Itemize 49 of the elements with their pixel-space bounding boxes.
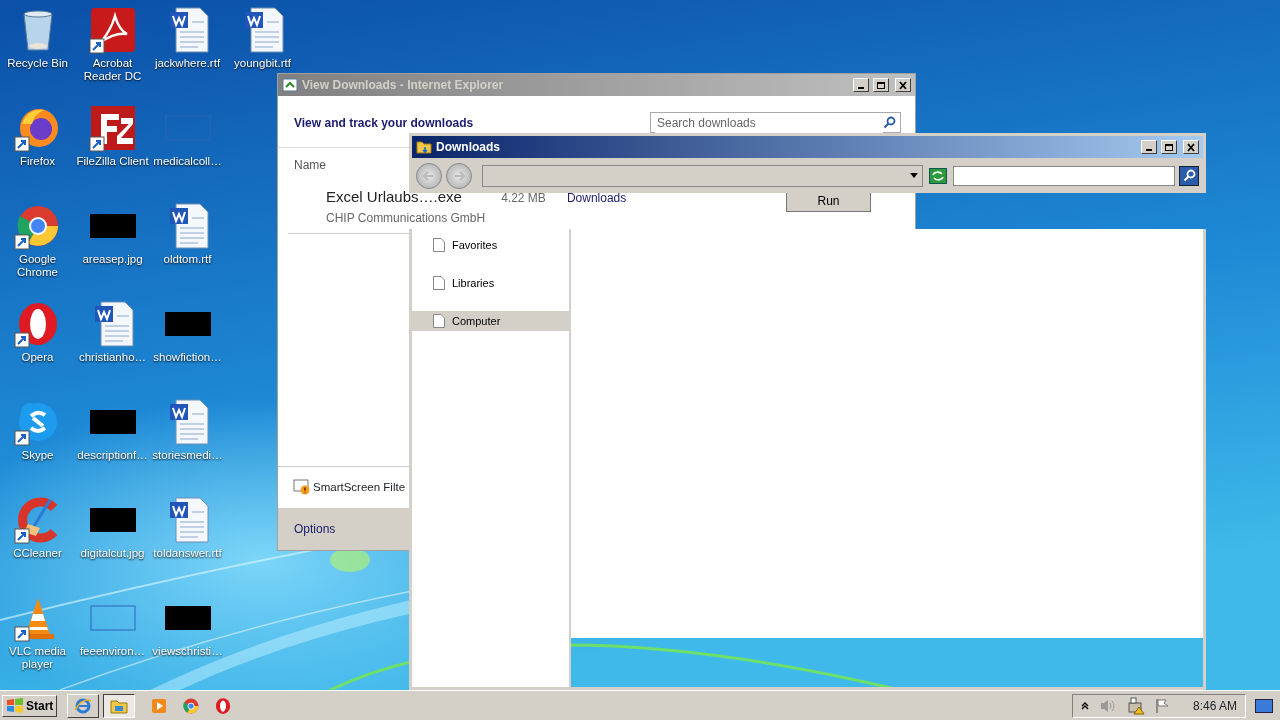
maximize-button[interactable] [873,78,889,92]
search-button[interactable] [1179,165,1199,186]
publisher-name: CHIP Communications GmbH [326,209,486,227]
maximize-icon [876,80,886,90]
search-icon [883,116,896,129]
page-heading: View and track your downloads [294,114,474,132]
close-icon [1186,142,1196,152]
minimize-button[interactable] [1141,140,1157,154]
close-icon [898,80,908,90]
flag-icon [1154,697,1171,714]
media-player-icon [150,696,169,715]
shield-warning-icon [293,479,311,496]
options-link[interactable]: Options [294,520,336,538]
minimize-icon [1146,149,1152,151]
search-field[interactable] [953,165,1175,186]
search-icon [1182,169,1196,182]
maximize-icon [1164,142,1174,152]
speaker-icon [1098,697,1117,714]
minimize-icon [858,87,864,89]
file-size: 4.22 MB [501,190,546,207]
location-link[interactable]: Downloads [566,189,627,207]
refresh-icon [929,167,947,184]
window-title: View Downloads - Internet Explorer [302,77,505,94]
navigation-item[interactable]: Computer [412,311,569,331]
file-name: Excel Urlaubs….exe [326,187,463,207]
taskbar-button[interactable] [103,693,136,718]
browser-icon [214,696,233,715]
page-icon [433,276,445,290]
column-header: Name [294,158,326,172]
browser-icon [182,696,201,715]
close-button[interactable] [1183,140,1199,154]
dropdown-caret-icon [910,173,918,178]
page-icon [433,314,445,328]
minimize-button[interactable] [853,78,869,92]
browser-icon [74,696,93,715]
download-window-icon [282,77,298,93]
start-button[interactable]: Start [2,694,58,717]
page-icon [433,238,445,252]
windows-logo-icon [6,697,24,714]
search-field[interactable]: Search downloads [650,112,901,133]
chevron-up-icon [1080,701,1089,710]
clock: 8:46 AM [1192,697,1237,715]
window-title: Downloads [436,139,501,156]
close-button[interactable] [895,78,911,92]
network-warning-icon [1126,696,1145,715]
desktop-icon [1255,698,1273,713]
maximize-button[interactable] [1161,140,1177,154]
folder-icon [416,139,432,155]
smartscreen-label: SmartScreen Filte [313,479,406,495]
